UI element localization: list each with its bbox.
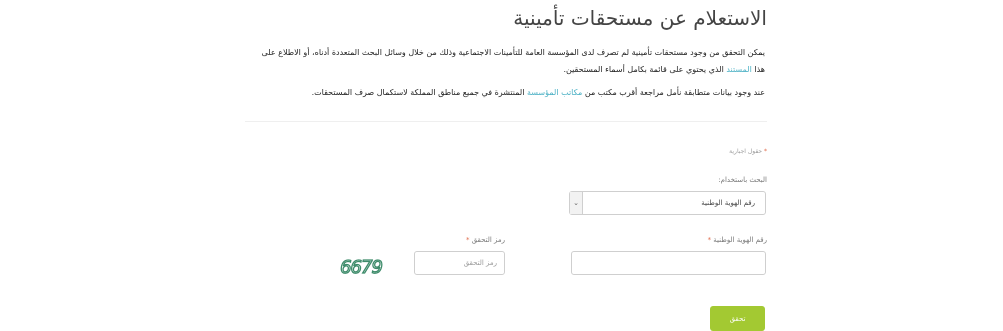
required-fields-note: * حقول اجبارية — [729, 148, 767, 155]
document-link[interactable]: المستند — [726, 65, 751, 74]
captcha-image: 6679 — [339, 256, 384, 278]
required-mark: * — [764, 148, 767, 155]
national-id-input[interactable] — [571, 251, 766, 275]
intro-paragraph-2: عند وجود بيانات متطابقة نأمل مراجعة أقرب… — [255, 84, 765, 101]
captcha-label-text: رمز التحقق — [471, 236, 505, 244]
captcha-label: رمز التحقق * — [466, 236, 505, 244]
page-title: الاستعلام عن مستحقات تأمينية — [513, 6, 767, 30]
intro-paragraph-1: يمكن التحقق من وجود مستحقات تأمينية لم ت… — [255, 44, 765, 78]
search-by-selected-value: رقم الهوية الوطنية — [701, 199, 755, 207]
intro-text-part: المنتشرة في جميع مناطق المملكة لاستكمال … — [311, 88, 527, 97]
required-mark: * — [707, 236, 712, 244]
chevron-down-icon[interactable]: ⌄ — [570, 192, 583, 214]
captcha-text: 6679 — [340, 257, 382, 278]
required-note-text: حقول اجبارية — [729, 148, 763, 155]
intro-text-part: عند وجود بيانات متطابقة نأمل مراجعة أقرب… — [582, 88, 765, 97]
intro-text-part: الذي يحتوي على قائمة بكامل أسماء المستحق… — [563, 65, 727, 74]
search-by-select[interactable]: رقم الهوية الوطنية ⌄ — [569, 191, 766, 215]
captcha-input[interactable] — [414, 251, 505, 275]
divider — [245, 121, 767, 122]
offices-link[interactable]: مكاتب المؤسسة — [527, 88, 582, 97]
national-id-label-text: رقم الهوية الوطنية — [713, 236, 767, 244]
required-mark: * — [465, 236, 470, 244]
search-by-label: البحث باستخدام: — [718, 176, 767, 184]
intro-text: يمكن التحقق من وجود مستحقات تأمينية لم ت… — [255, 44, 765, 107]
submit-button[interactable]: تحقق — [710, 306, 765, 331]
page: الاستعلام عن مستحقات تأمينية يمكن التحقق… — [0, 0, 1003, 331]
national-id-label: رقم الهوية الوطنية * — [708, 236, 767, 244]
